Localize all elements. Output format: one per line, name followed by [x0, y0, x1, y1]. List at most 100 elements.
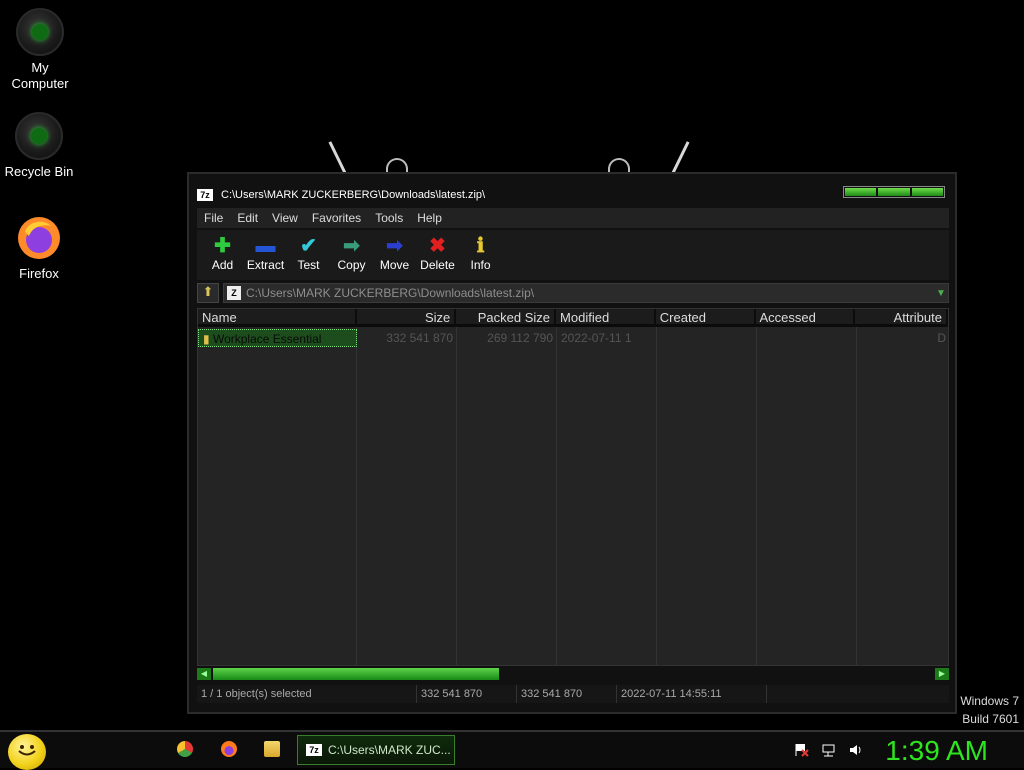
minus-icon: ▬ [255, 235, 276, 257]
my-computer-icon [16, 8, 64, 56]
file-name-cell[interactable]: ▮ Workplace Essential [198, 329, 357, 347]
move-button[interactable]: ➡ Move [373, 230, 416, 280]
file-accessed-cell [757, 329, 857, 347]
7zip-app-icon: 7z [197, 189, 213, 201]
taskbar-task-title: C:\Users\MARK ZUC... [328, 743, 451, 757]
column-divider [357, 327, 457, 665]
column-divider [557, 327, 657, 665]
action-center-flag-icon[interactable] [794, 742, 809, 757]
delete-button[interactable]: ✖ Delete [416, 230, 459, 280]
taskbar-clock[interactable]: 1:39 AM [885, 735, 988, 767]
file-created-cell [657, 329, 757, 347]
status-selected: 1 / 1 object(s) selected [197, 685, 417, 703]
column-header-packed-size[interactable]: Packed Size [456, 309, 557, 327]
copy-button[interactable]: ➡ Copy [330, 230, 373, 280]
firefox-label: Firefox [19, 266, 59, 281]
column-header-size[interactable]: Size [356, 309, 457, 327]
minimize-button[interactable] [845, 188, 877, 196]
file-size-cell: 332 541 870 [386, 331, 453, 345]
network-icon[interactable] [821, 742, 836, 757]
firefox-taskbar-icon[interactable] [221, 741, 237, 757]
7zip-taskbar-icon: 7z [306, 744, 322, 756]
title-bar[interactable]: 7z C:\Users\MARK ZUCKERBERG\Downloads\la… [197, 184, 949, 206]
windows-watermark-line1: Windows 7 [960, 694, 1019, 708]
close-button[interactable] [911, 188, 943, 196]
my-computer-desktop-icon[interactable]: My Computer [1, 8, 79, 92]
desktop: My Computer Recycle Bin Firefox 7z C:\Us… [0, 0, 1024, 770]
check-icon: ✔ [300, 235, 317, 257]
menu-file[interactable]: File [197, 211, 230, 225]
column-header-row: Name Size Packed Size Modified Created A… [198, 309, 948, 327]
address-bar: ⬆ Z C:\Users\MARK ZUCKERBERG\Downloads\l… [197, 282, 949, 304]
system-tray [794, 742, 863, 757]
info-label: Info [470, 258, 491, 272]
firefox-icon [15, 214, 63, 262]
horizontal-scrollbar[interactable]: ◀ ▶ [197, 667, 949, 681]
scroll-thumb[interactable] [213, 668, 499, 680]
address-field[interactable]: Z C:\Users\MARK ZUCKERBERG\Downloads\lat… [223, 283, 949, 303]
firefox-desktop-icon[interactable]: Firefox [0, 214, 78, 282]
scroll-right-button[interactable]: ▶ [935, 668, 949, 680]
folder-up-icon: ⬆ [202, 284, 214, 299]
zip-file-icon: Z [227, 286, 241, 300]
plus-icon: ✚ [214, 235, 231, 257]
menu-view[interactable]: View [265, 211, 305, 225]
taskbar: 7z C:\Users\MARK ZUC... 1:39 AM [0, 730, 1024, 770]
taskbar-7zip-window-button[interactable]: 7z C:\Users\MARK ZUC... [297, 735, 455, 765]
bump-right-decoration [608, 158, 630, 172]
my-computer-label-line1: My [31, 60, 49, 75]
menu-edit[interactable]: Edit [230, 211, 265, 225]
status-modified: 2022-07-11 14:55:11 [617, 685, 767, 703]
my-computer-label-line2: Computer [11, 76, 69, 91]
recycle-bin-desktop-icon[interactable]: Recycle Bin [0, 112, 78, 180]
column-header-modified[interactable]: Modified [556, 309, 656, 327]
menu-tools[interactable]: Tools [368, 211, 410, 225]
start-button[interactable] [8, 734, 46, 770]
menu-help[interactable]: Help [410, 211, 449, 225]
delete-x-icon: ✖ [429, 235, 446, 257]
window-controls [843, 186, 945, 198]
address-text: C:\Users\MARK ZUCKERBERG\Downloads\lates… [246, 286, 535, 300]
add-label: Add [211, 258, 234, 272]
window-title: C:\Users\MARK ZUCKERBERG\Downloads\lates… [221, 189, 486, 201]
delete-label: Delete [420, 258, 455, 272]
extract-button[interactable]: ▬ Extract [244, 230, 287, 280]
explorer-folder-icon[interactable] [264, 741, 280, 757]
table-row[interactable]: ▮ Workplace Essential 332 541 870 269 11… [198, 329, 948, 347]
file-list: Name Size Packed Size Modified Created A… [197, 308, 949, 666]
file-name: Workplace Essential [212, 332, 322, 346]
windows-watermark-line2: Build 7601 [962, 712, 1019, 726]
copy-label: Copy [337, 258, 366, 272]
column-header-attribute[interactable]: Attribute [855, 309, 948, 327]
folder-up-button[interactable]: ⬆ [197, 283, 219, 303]
extract-label: Extract [246, 258, 285, 272]
status-bar: 1 / 1 object(s) selected 332 541 870 332… [197, 685, 949, 703]
menu-favorites[interactable]: Favorites [305, 211, 368, 225]
folder-icon: ▮ [203, 332, 210, 346]
info-icon: ℹ [476, 235, 485, 257]
file-modified-cell: 2022-07-11 1 [561, 331, 632, 345]
column-header-created[interactable]: Created [655, 309, 756, 327]
address-dropdown-icon[interactable]: ▼ [934, 288, 948, 299]
status-packed: 332 541 870 [517, 685, 617, 703]
scroll-left-button[interactable]: ◀ [197, 668, 211, 680]
move-label: Move [379, 258, 410, 272]
column-divider [457, 327, 557, 665]
recycle-bin-icon [15, 112, 63, 160]
column-divider [198, 327, 357, 665]
add-button[interactable]: ✚ Add [201, 230, 244, 280]
recycle-bin-label: Recycle Bin [4, 164, 74, 179]
column-header-accessed[interactable]: Accessed [755, 309, 856, 327]
file-attribute-cell: D [937, 331, 946, 345]
status-size: 332 541 870 [417, 685, 517, 703]
chrome-icon[interactable] [177, 741, 193, 757]
info-button[interactable]: ℹ Info [459, 230, 502, 280]
column-divider [657, 327, 757, 665]
maximize-button[interactable] [878, 188, 910, 196]
smiley-face-icon [18, 745, 36, 756]
menu-bar: File Edit View Favorites Tools Help [197, 208, 949, 228]
column-header-name[interactable]: Name [198, 309, 357, 327]
test-button[interactable]: ✔ Test [287, 230, 330, 280]
volume-icon[interactable] [848, 742, 863, 757]
copy-arrow-icon: ➡ [343, 235, 360, 257]
